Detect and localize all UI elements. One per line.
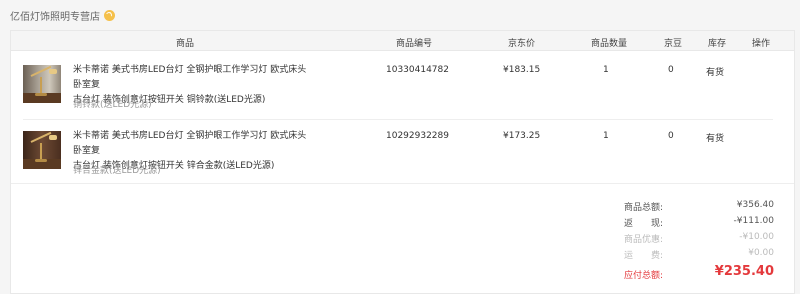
product-spec: 锌合金款(送LED光源) (73, 166, 161, 176)
summary-value: ¥356.40 (736, 200, 774, 210)
product-stock: 有货 (706, 134, 725, 144)
shop-header: 亿佰灯饰照明专营店 (10, 8, 115, 23)
summary-value: ¥0.00 (748, 248, 774, 258)
column-header-sku: 商品编号 (396, 39, 433, 49)
summary-rebate: 返 现: -¥111.00 (624, 214, 774, 230)
summary-label: 应付总额: (624, 271, 664, 281)
product-beans: 0 (668, 65, 674, 75)
product-qty: 1 (603, 131, 609, 141)
table-header: 商品 商品编号 京东价 商品数量 京豆 库存 操作 (11, 31, 794, 51)
column-header-beans: 京豆 (664, 39, 683, 49)
section-divider (11, 183, 794, 184)
summary-total: 应付总额: ¥235.40 (624, 262, 774, 284)
summary-discount: 商品优惠: -¥10.00 (624, 230, 774, 246)
summary-label: 返 现: (624, 219, 664, 229)
product-thumbnail[interactable] (23, 131, 61, 169)
product-stock: 有货 (706, 68, 725, 78)
product-thumbnail[interactable] (23, 65, 61, 103)
table-row: 米卡蒂诺 美式书房LED台灯 全钢护眼工作学习灯 欧式床头卧室复 古台灯 装饰创… (23, 125, 773, 190)
product-sku: 10292932289 (386, 131, 449, 141)
summary-label: 商品总额: (624, 203, 664, 213)
summary-subtotal: 商品总额: ¥356.40 (624, 198, 774, 214)
column-header-qty: 商品数量 (591, 39, 628, 49)
order-summary: 商品总额: ¥356.40 返 现: -¥111.00 商品优惠: -¥10.0… (624, 198, 774, 284)
product-name-line: 米卡蒂诺 美式书房LED台灯 全钢护眼工作学习灯 欧式床头卧室复 (73, 65, 307, 90)
product-name-line: 米卡蒂诺 美式书房LED台灯 全钢护眼工作学习灯 欧式床头卧室复 (73, 131, 307, 156)
summary-label: 运 费: (624, 251, 664, 261)
column-header-product: 商品 (176, 39, 195, 49)
product-beans: 0 (668, 131, 674, 141)
summary-value: -¥111.00 (733, 216, 774, 226)
column-header-price: 京东价 (508, 39, 536, 49)
table-row: 米卡蒂诺 美式书房LED台灯 全钢护眼工作学习灯 欧式床头卧室复 古台灯 装饰创… (23, 59, 773, 124)
product-price: ¥183.15 (503, 65, 541, 75)
product-price: ¥173.25 (503, 131, 541, 141)
order-card: 商品 商品编号 京东价 商品数量 京豆 库存 操作 米卡蒂诺 美式书房LED台灯… (10, 30, 795, 294)
summary-shipping: 运 费: ¥0.00 (624, 246, 774, 262)
shop-name[interactable]: 亿佰灯饰照明专营店 (10, 8, 100, 23)
summary-label: 商品优惠: (624, 235, 664, 245)
product-spec: 铜铃款(送LED光源) (73, 100, 152, 110)
product-sku: 10330414782 (386, 65, 449, 75)
row-divider (23, 119, 773, 120)
total-amount: ¥235.40 (714, 264, 774, 279)
summary-value: -¥10.00 (739, 232, 774, 242)
shop-badge-icon (104, 9, 115, 21)
product-qty: 1 (603, 65, 609, 75)
column-header-stock: 库存 (708, 39, 727, 49)
column-header-action: 操作 (752, 39, 771, 49)
